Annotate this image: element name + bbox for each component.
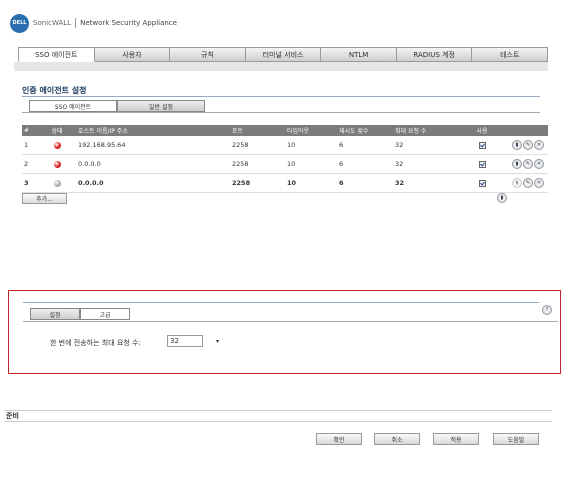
x-icon[interactable]: ✕	[534, 159, 544, 169]
row-retry: 6	[339, 160, 344, 168]
tab-ntlm[interactable]: NTLM	[321, 47, 397, 62]
table-header: # 상태 호스트 이름/IP 주소 포트 타임아웃 재시도 횟수 최대 요청 수…	[22, 125, 548, 136]
agent-settings-panel: ? 설정 고급 한 번에 전송하는 최대 요청 수: 32 ▾	[8, 290, 561, 374]
ok-button[interactable]: 확인	[316, 433, 362, 445]
row-num: 2	[24, 160, 29, 168]
tick-mark: ▾	[216, 338, 220, 345]
product-name: Network Security Appliance	[80, 19, 177, 27]
subtab-general-settings[interactable]: 일반 설정	[117, 100, 205, 112]
panel-tabs: 설정 고급	[30, 308, 130, 320]
status-dot	[53, 179, 61, 187]
col-port[interactable]: 포트	[232, 126, 287, 135]
brand-name: SonicWALL	[33, 19, 72, 27]
app-header: DELL SonicWALL Network Security Applianc…	[10, 12, 177, 34]
panel-tab-underline	[23, 321, 558, 322]
bar-chart-icon[interactable]: ▮	[497, 193, 507, 203]
section-rule	[22, 96, 540, 97]
subtab-underline	[22, 112, 540, 113]
bar-chart-icon[interactable]: ▮	[512, 178, 522, 188]
row-max-requests: 32	[395, 160, 404, 168]
row-max-requests: 32	[395, 141, 404, 149]
subtab-sso-agent[interactable]: SSO 에이전트	[29, 100, 117, 112]
tab-terminal-services[interactable]: 터미널 서비스	[245, 47, 322, 62]
tab-users[interactable]: 사용자	[94, 47, 171, 62]
dell-logo: DELL	[10, 13, 29, 33]
add-button[interactable]: 추가...	[22, 193, 67, 204]
pencil-icon[interactable]: ✎	[523, 159, 533, 169]
status-dot	[53, 160, 61, 168]
agents-table: # 상태 호스트 이름/IP 주소 포트 타임아웃 재시도 횟수 최대 요청 수…	[22, 125, 548, 193]
tabs-underline	[14, 62, 548, 71]
row-num: 1	[24, 141, 29, 149]
x-icon[interactable]: ✕	[534, 140, 544, 150]
col-retry[interactable]: 재시도 횟수	[339, 126, 395, 135]
tab-sso-agent[interactable]: SSO 에이전트	[18, 47, 95, 62]
header-separator	[75, 18, 77, 28]
tab-settings[interactable]: 설정	[30, 308, 80, 320]
max-requests-label: 한 번에 전송하는 최대 요청 수:	[50, 339, 141, 347]
col-status[interactable]: 상태	[39, 126, 75, 135]
col-enabled[interactable]: 사용	[461, 126, 503, 135]
help-button[interactable]: 도움말	[493, 433, 539, 445]
enabled-checkbox[interactable]	[478, 179, 486, 187]
bar-chart-icon[interactable]: ▮	[512, 159, 522, 169]
table-row: 1 192.168.95.64 2258 10 6 32 ▮ ✎ ✕	[22, 136, 548, 155]
max-requests-input[interactable]: 32	[167, 335, 203, 347]
cancel-button[interactable]: 취소	[374, 433, 420, 445]
row-retry: 6	[339, 179, 344, 187]
enabled-checkbox[interactable]	[478, 160, 486, 168]
status-dot	[53, 141, 61, 149]
help-icon[interactable]: ?	[542, 305, 552, 315]
table-row: 3 0.0.0.0 2258 10 6 32 ▮ ✎ ✕	[22, 174, 548, 193]
enabled-checkbox[interactable]	[478, 141, 486, 149]
main-tabs: SSO 에이전트 사용자 규칙 터미널 서비스 NTLM RADIUS 계정 테…	[18, 47, 549, 62]
row-host: 192.168.95.64	[78, 141, 126, 149]
row-timeout: 10	[287, 179, 297, 187]
section-subtabs: SSO 에이전트 일반 설정	[29, 100, 205, 112]
row-max-requests: 32	[395, 179, 405, 187]
row-port: 2258	[232, 141, 249, 149]
panel-rule	[23, 302, 539, 303]
row-host: 0.0.0.0	[78, 179, 104, 187]
pencil-icon[interactable]: ✎	[523, 178, 533, 188]
tab-rules[interactable]: 규칙	[170, 47, 246, 62]
row-port: 2258	[232, 160, 249, 168]
row-host: 0.0.0.0	[78, 160, 101, 168]
section-title: 인증 에이전트 설정	[22, 86, 87, 95]
row-timeout: 10	[287, 141, 296, 149]
pencil-icon[interactable]: ✎	[523, 140, 533, 150]
col-num[interactable]: #	[22, 127, 39, 134]
table-row: 2 0.0.0.0 2258 10 6 32 ▮ ✎ ✕	[22, 155, 548, 174]
row-port: 2258	[232, 179, 251, 187]
apply-button[interactable]: 적용	[433, 433, 479, 445]
row-timeout: 10	[287, 160, 296, 168]
tab-test[interactable]: 테스트	[472, 47, 549, 62]
col-timeout[interactable]: 타임아웃	[287, 126, 339, 135]
row-retry: 6	[339, 141, 344, 149]
tab-advanced[interactable]: 고급	[80, 308, 130, 320]
status-bar: 준비	[4, 410, 552, 422]
tab-radius-accounting[interactable]: RADIUS 계정	[396, 47, 473, 62]
bar-chart-icon[interactable]: ▮	[512, 140, 522, 150]
row-num: 3	[24, 179, 29, 187]
col-max-requests[interactable]: 최대 요청 수	[395, 126, 461, 135]
col-host[interactable]: 호스트 이름/IP 주소	[75, 126, 232, 135]
x-icon[interactable]: ✕	[534, 178, 544, 188]
